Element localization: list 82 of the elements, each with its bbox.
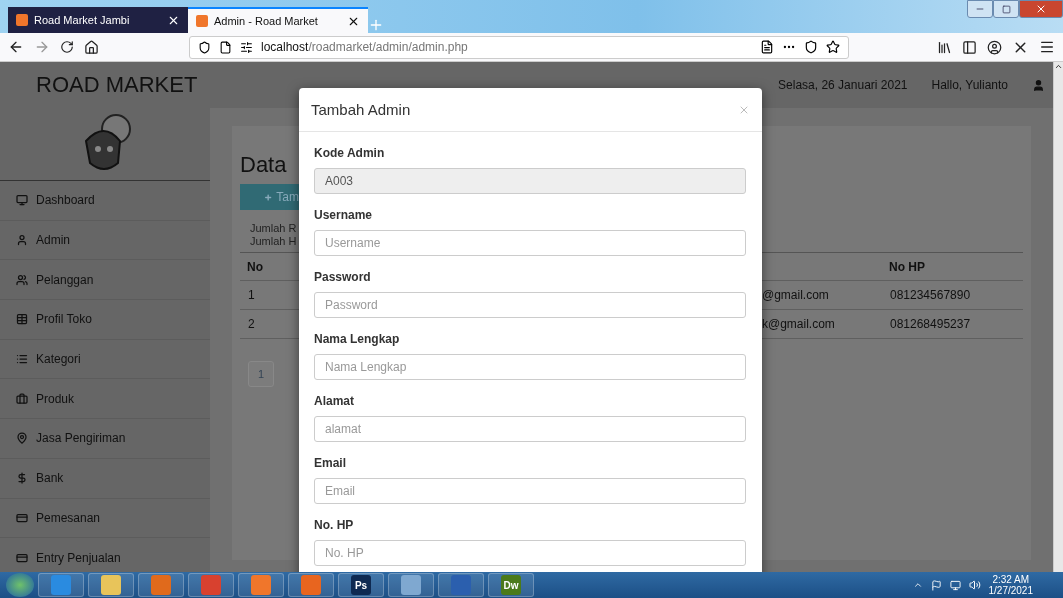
input-field[interactable]: Password <box>314 292 746 318</box>
credit-card-icon <box>16 551 28 564</box>
summary-text: Jumlah H <box>250 235 297 248</box>
dollar-icon <box>16 472 28 485</box>
browser-tab[interactable]: Admin - Road Market <box>188 7 368 33</box>
field-label: No. HP <box>314 518 354 534</box>
maximize-icon <box>1001 4 1011 14</box>
taskbar-app-button[interactable]: Dw <box>488 573 534 597</box>
sidebar-item[interactable]: Pemesanan <box>0 498 210 539</box>
home-icon[interactable] <box>84 39 99 55</box>
sidebar-item[interactable]: Profil Toko <box>0 300 210 340</box>
monitor-icon <box>16 194 28 207</box>
menu-icon[interactable] <box>1039 39 1055 55</box>
input-field[interactable]: Nama Lengkap <box>314 354 746 380</box>
url-path: /roadmarket/admin/admin.php <box>308 40 468 54</box>
date-text: Selasa, 26 Januari 2021 <box>778 78 908 92</box>
plus-icon <box>264 191 273 203</box>
users-icon <box>16 273 28 286</box>
app-icon: Ps <box>351 575 371 595</box>
clock[interactable]: 2:32 AM 1/27/2021 <box>988 574 1033 596</box>
account-icon[interactable] <box>987 39 1002 55</box>
minimize-button[interactable] <box>967 0 993 18</box>
credit-card-icon <box>16 511 28 524</box>
list-icon <box>16 353 28 366</box>
star-icon[interactable] <box>826 40 840 54</box>
column-header: No HP <box>882 253 1023 281</box>
app-icon: Dw <box>501 575 521 595</box>
page-title: Data <box>240 152 287 178</box>
library-icon[interactable] <box>937 39 952 55</box>
scroll-up-icon[interactable] <box>1054 62 1063 71</box>
sidebar-item[interactable]: Pelanggan <box>0 260 210 301</box>
field-label: Kode Admin <box>314 146 385 162</box>
pagination-button[interactable]: 1 <box>248 361 274 387</box>
table-cell: 081234567890 <box>882 281 1023 310</box>
close-icon <box>1035 3 1047 15</box>
map-pin-icon <box>16 432 28 445</box>
reload-icon[interactable] <box>60 40 74 54</box>
table-icon <box>16 313 28 326</box>
reader-icon[interactable] <box>760 40 774 54</box>
input-field[interactable]: Email <box>314 478 746 504</box>
browser-tab[interactable]: Road Market Jambi <box>8 7 188 33</box>
table-cell: 081268495237 <box>882 310 1023 339</box>
modal-title: Tambah Admin <box>311 101 411 118</box>
user-icon <box>1032 78 1045 92</box>
address-bar[interactable]: localhost/roadmarket/admin/admin.php <box>189 35 849 59</box>
maximize-button[interactable] <box>993 0 1019 18</box>
url-host: localhost <box>261 40 309 54</box>
taskbar-app-button[interactable] <box>88 573 134 597</box>
sidebar-item[interactable]: Admin <box>0 220 210 261</box>
taskbar-app-button[interactable] <box>388 573 434 597</box>
sidebar-icon[interactable] <box>962 39 977 55</box>
add-button[interactable]: Tam <box>240 184 299 210</box>
summary-text: Jumlah R <box>250 222 297 235</box>
input-field[interactable]: Username <box>314 230 746 256</box>
page-icon <box>219 40 232 54</box>
field-label: Email <box>314 456 346 472</box>
forward-icon[interactable] <box>34 39 50 55</box>
field-label: Alamat <box>314 394 354 410</box>
sidebar-item[interactable]: Dashboard <box>0 181 210 221</box>
start-button[interactable] <box>6 573 34 597</box>
tab-favicon <box>16 14 28 26</box>
sidebar-item[interactable]: Produk <box>0 379 210 420</box>
briefcase-icon <box>16 392 28 405</box>
greeting-text: Hallo, Yulianto <box>931 78 1008 92</box>
user-icon <box>16 234 28 247</box>
shield-icon <box>198 40 211 54</box>
monitor-icon[interactable] <box>949 579 961 591</box>
volume-icon[interactable] <box>968 579 981 591</box>
input-field[interactable]: alamat <box>314 416 746 442</box>
sliders-icon <box>240 40 253 54</box>
chevron-up-icon[interactable] <box>912 580 923 590</box>
taskbar-app-button[interactable]: Ps <box>338 573 384 597</box>
sidebar-item[interactable]: Kategori <box>0 339 210 380</box>
flag-icon[interactable] <box>930 579 942 591</box>
input-field[interactable]: No. HP <box>314 540 746 566</box>
field-label: Username <box>314 208 373 224</box>
back-icon[interactable] <box>8 39 24 55</box>
tab-favicon <box>196 15 208 27</box>
scrollbar[interactable] <box>1053 62 1063 572</box>
sidebar-item[interactable]: Bank <box>0 458 210 499</box>
sidebar-item[interactable]: Jasa Pengiriman <box>0 419 210 459</box>
brand-title: ROAD MARKET <box>36 72 198 98</box>
